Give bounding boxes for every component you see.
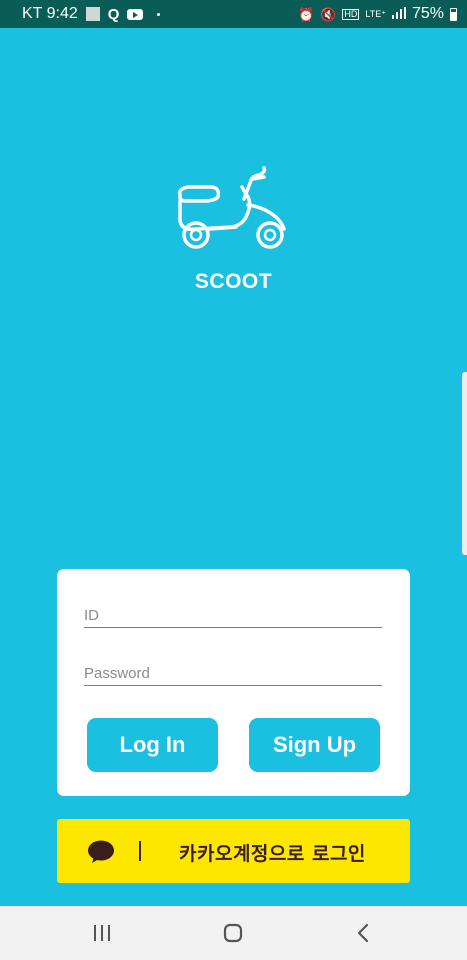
speech-bubble-icon bbox=[88, 840, 114, 863]
kakao-login-button[interactable]: 카카오계정으로 로그인 bbox=[57, 819, 410, 883]
recent-apps-icon bbox=[94, 925, 110, 941]
youtube-icon bbox=[127, 8, 144, 20]
home-button[interactable] bbox=[193, 906, 273, 960]
id-input[interactable] bbox=[84, 606, 382, 628]
app-name: SCOOT bbox=[194, 270, 273, 293]
status-bar: KT 9:42 Q ⏰ 🔇 HD LTE⁺ 75% bbox=[0, 0, 467, 28]
status-left: KT 9:42 Q bbox=[22, 5, 161, 23]
back-icon bbox=[357, 923, 369, 943]
edge-panel-handle[interactable] bbox=[462, 372, 467, 555]
mute-icon: 🔇 bbox=[320, 6, 337, 22]
navigation-bar bbox=[0, 906, 467, 960]
signal-icon bbox=[391, 7, 406, 21]
battery-percent: 75% bbox=[411, 5, 444, 22]
login-button[interactable]: Log In bbox=[87, 718, 218, 772]
kakao-separator bbox=[139, 841, 141, 861]
dot-icon bbox=[157, 12, 161, 16]
signup-button[interactable]: Sign Up bbox=[249, 718, 380, 772]
scooter-icon bbox=[177, 166, 286, 249]
login-card: Log In Sign Up bbox=[57, 569, 410, 796]
q-icon: Q bbox=[107, 5, 120, 23]
password-input[interactable] bbox=[84, 664, 382, 686]
recent-apps-button[interactable] bbox=[62, 906, 142, 960]
lte-icon: LTE⁺ bbox=[365, 8, 386, 19]
hd-icon: HD bbox=[342, 8, 360, 20]
back-button[interactable] bbox=[323, 906, 403, 960]
status-right: ⏰ 🔇 HD LTE⁺ 75% bbox=[298, 5, 457, 23]
home-icon bbox=[223, 923, 243, 943]
kakao-login-label: 카카오계정으로 로그인 bbox=[179, 843, 366, 865]
carrier-time: KT 9:42 bbox=[22, 5, 78, 22]
qr-icon bbox=[85, 7, 100, 21]
battery-icon bbox=[450, 7, 457, 21]
alarm-icon: ⏰ bbox=[298, 6, 315, 22]
